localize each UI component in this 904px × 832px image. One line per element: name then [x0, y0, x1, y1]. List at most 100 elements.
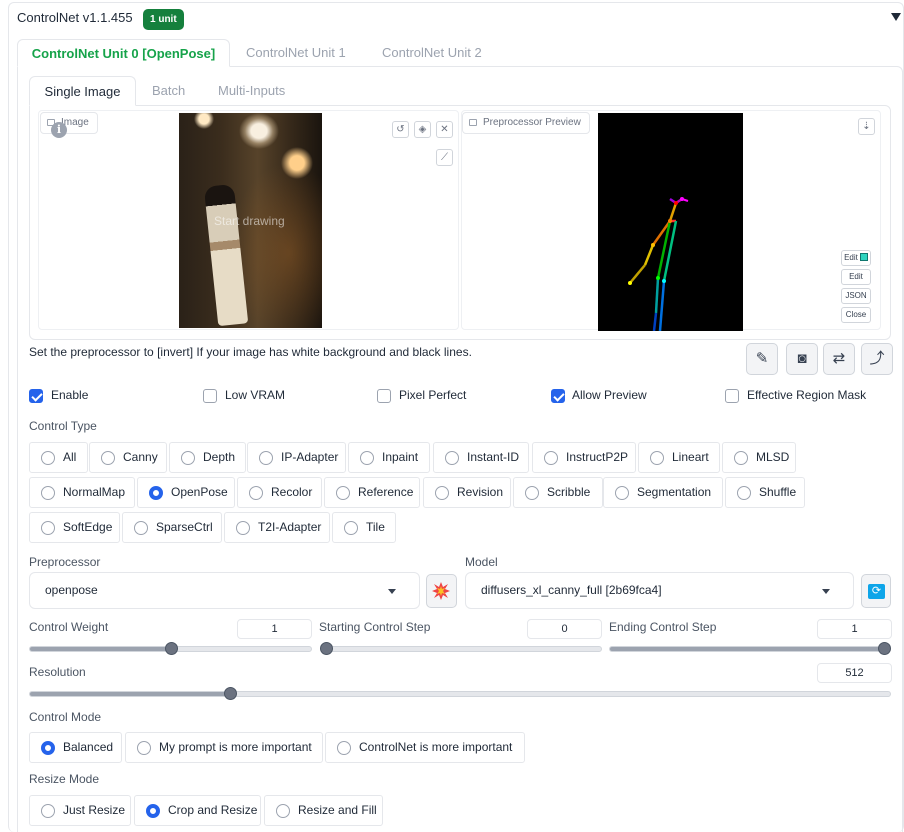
control-type-canny[interactable]: Canny [89, 442, 167, 473]
radio-dot [650, 451, 664, 465]
option-label: Depth [203, 450, 236, 464]
model-dropdown[interactable]: diffusers_xl_canny_full [2b69fca4] [465, 572, 854, 609]
refresh-icon: ⟳ [868, 584, 885, 599]
radio-dot-selected [41, 741, 55, 755]
allow-preview-label[interactable]: Allow Preview [572, 388, 647, 402]
image-icon [469, 119, 477, 126]
control-type-depth[interactable]: Depth [169, 442, 246, 473]
eraser-icon[interactable]: ◈ [414, 121, 431, 138]
tab-multi-inputs[interactable]: Multi-Inputs [218, 76, 285, 105]
control-type-instructp2p[interactable]: InstructP2P [532, 442, 636, 473]
enable-label[interactable]: Enable [51, 388, 88, 402]
radio-dot [41, 486, 55, 500]
control-type-instant-id[interactable]: Instant-ID [433, 442, 529, 473]
starting-step-input[interactable]: 0 [527, 619, 602, 639]
control-type-revision[interactable]: Revision [423, 477, 511, 508]
resolution-input[interactable]: 512 [817, 663, 892, 683]
control-type-reference[interactable]: Reference [324, 477, 420, 508]
option-label: Inpaint [382, 450, 419, 464]
control-type-sparsectrl[interactable]: SparseCtrl [122, 512, 222, 543]
start-drawing-text[interactable]: Start drawing [214, 214, 285, 228]
control-type-openpose[interactable]: OpenPose [137, 477, 235, 508]
run-preprocessor-button[interactable] [426, 574, 457, 608]
pose-preview-image [598, 113, 743, 332]
control-type-softedge[interactable]: SoftEdge [29, 512, 120, 543]
control-mode-balanced[interactable]: Balanced [29, 732, 122, 763]
edit-button-2[interactable]: Edit [841, 269, 871, 285]
radio-dot [544, 451, 558, 465]
control-weight-slider[interactable] [29, 642, 312, 655]
radio-dot [137, 741, 151, 755]
effective-region-mask-label[interactable]: Effective Region Mask [747, 388, 866, 402]
slider-thumb[interactable] [164, 642, 178, 655]
pixel-perfect-checkbox[interactable] [377, 389, 391, 403]
swap-icon[interactable]: ⇄ [823, 343, 855, 375]
radio-dot [737, 486, 751, 500]
control-weight-input[interactable]: 1 [237, 619, 312, 639]
control-type-shuffle[interactable]: Shuffle [725, 477, 805, 508]
low-vram-label[interactable]: Low VRAM [225, 388, 285, 402]
model-label: Model [465, 555, 498, 569]
undo-icon[interactable]: ↺ [392, 121, 409, 138]
control-type-mlsd[interactable]: MLSD [722, 442, 796, 473]
tab-batch[interactable]: Batch [152, 76, 185, 105]
control-type-lineart[interactable]: Lineart [638, 442, 720, 473]
refresh-models-button[interactable]: ⟳ [861, 574, 891, 608]
radio-dot [41, 451, 55, 465]
edit-indicator-icon [859, 253, 868, 261]
control-type-recolor[interactable]: Recolor [237, 477, 322, 508]
starting-step-slider[interactable] [320, 642, 602, 655]
control-type-scribble[interactable]: Scribble [513, 477, 603, 508]
tab-unit-2[interactable]: ControlNet Unit 2 [382, 39, 482, 66]
resize-mode-crop-and-resize[interactable]: Crop and Resize [134, 795, 261, 826]
option-label: MLSD [756, 450, 790, 464]
control-type-all[interactable]: All [29, 442, 88, 473]
option-label: Segmentation [637, 485, 712, 499]
ending-step-input[interactable]: 1 [817, 619, 892, 639]
allow-preview-checkbox[interactable] [551, 389, 565, 403]
control-type-t2i-adapter[interactable]: T2I-Adapter [224, 512, 330, 543]
explosion-icon [432, 582, 450, 600]
json-button[interactable]: JSON [841, 288, 871, 304]
control-type-tile[interactable]: Tile [332, 512, 396, 543]
preview-label-text: Preprocessor Preview [483, 117, 581, 128]
tab-single-image[interactable]: Single Image [29, 76, 136, 106]
option-label: SparseCtrl [156, 520, 213, 534]
control-mode-prompt[interactable]: My prompt is more important [125, 732, 323, 763]
resize-mode-resize-and-fill[interactable]: Resize and Fill [264, 795, 383, 826]
close-preview-button[interactable]: Close [841, 307, 871, 323]
accordion-title[interactable]: ControlNet v1.1.455 [17, 10, 133, 25]
new-canvas-icon[interactable]: ✎ [746, 343, 778, 375]
close-icon[interactable]: ✕ [436, 121, 453, 138]
collapse-caret-icon[interactable] [891, 13, 901, 21]
control-type-segmentation[interactable]: Segmentation [603, 477, 723, 508]
brush-icon[interactable]: ⟋ [436, 149, 453, 166]
control-type-normalmap[interactable]: NormalMap [29, 477, 135, 508]
option-label: Instant-ID [467, 450, 520, 464]
slider-thumb[interactable] [223, 687, 237, 700]
radio-dot [615, 486, 629, 500]
control-mode-controlnet[interactable]: ControlNet is more important [325, 732, 525, 763]
ending-step-slider[interactable] [609, 642, 891, 655]
camera-icon[interactable]: ◙ [786, 343, 818, 375]
low-vram-checkbox[interactable] [203, 389, 217, 403]
edit-button-1[interactable]: Edit [841, 250, 871, 266]
preprocessor-dropdown[interactable]: openpose [29, 572, 420, 609]
control-type-ip-adapter[interactable]: IP-Adapter [247, 442, 346, 473]
slider-thumb[interactable] [878, 642, 891, 655]
send-dimensions-icon[interactable]: ⤴ [861, 343, 893, 375]
option-label: My prompt is more important [159, 740, 312, 754]
effective-region-mask-checkbox[interactable] [725, 389, 739, 403]
option-label: All [63, 450, 77, 464]
info-icon[interactable]: i [51, 122, 67, 138]
tab-unit-0[interactable]: ControlNet Unit 0 [OpenPose] [17, 39, 230, 67]
resize-mode-just-resize[interactable]: Just Resize [29, 795, 131, 826]
option-label: Shuffle [759, 485, 797, 499]
download-icon[interactable]: ⇣ [858, 118, 875, 135]
slider-thumb[interactable] [320, 642, 333, 655]
resolution-slider[interactable] [29, 687, 891, 700]
pixel-perfect-label[interactable]: Pixel Perfect [399, 388, 466, 402]
enable-checkbox[interactable] [29, 389, 43, 403]
tab-unit-1[interactable]: ControlNet Unit 1 [246, 39, 346, 66]
control-type-inpaint[interactable]: Inpaint [348, 442, 430, 473]
